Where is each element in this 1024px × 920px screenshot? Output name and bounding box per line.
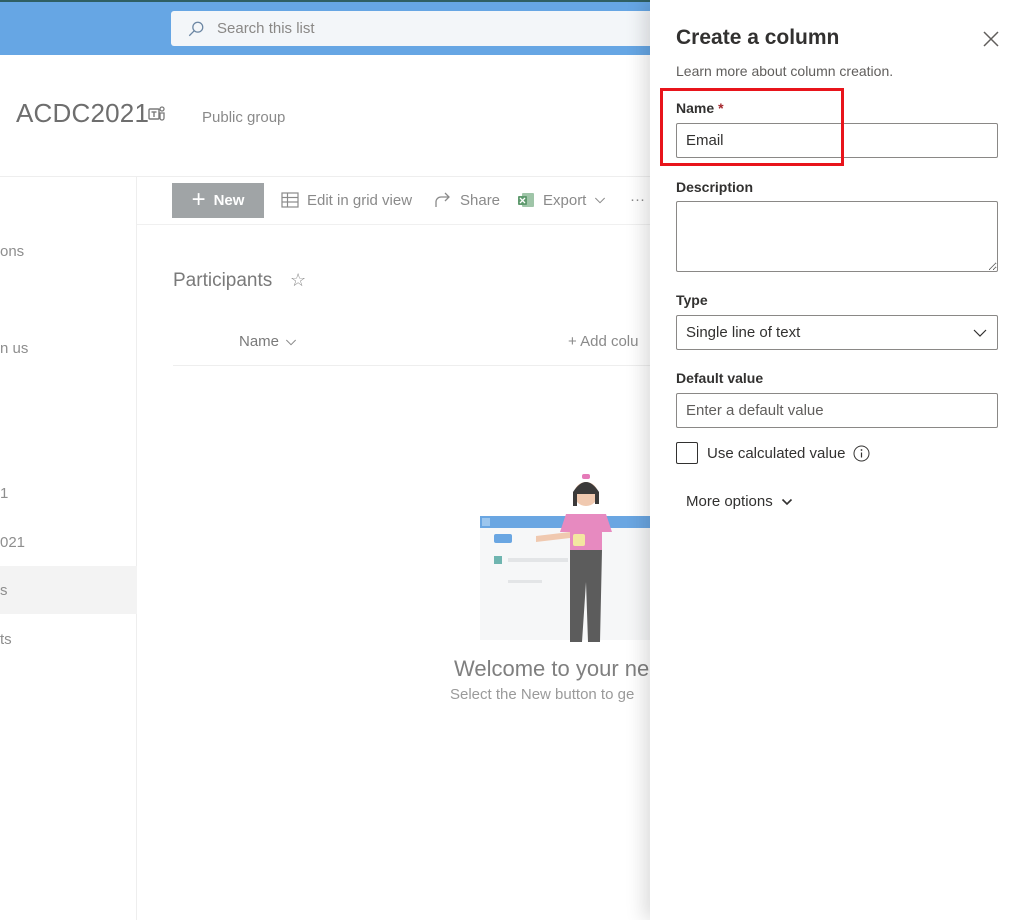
export-button[interactable]: Export (517, 191, 606, 209)
command-bar: + New Edit in grid view Share Export ··· (137, 177, 650, 225)
nav-item-6[interactable]: ts (0, 615, 137, 663)
name-input[interactable] (676, 123, 998, 158)
nav-item-2[interactable]: n us (0, 324, 137, 372)
name-label: Name * (676, 100, 724, 116)
nav-item-3[interactable]: 1 (0, 469, 137, 517)
close-button[interactable] (980, 28, 1002, 50)
nav-item-5-active[interactable]: s (0, 566, 137, 614)
info-icon[interactable] (853, 445, 870, 462)
search-box[interactable]: Search this list (171, 11, 650, 46)
chevron-down-icon (973, 329, 987, 337)
panel-title: Create a column (676, 26, 840, 49)
calculated-value-checkbox[interactable] (676, 442, 698, 464)
close-icon (983, 31, 999, 47)
site-title[interactable]: ACDC2021 (16, 98, 149, 129)
share-button[interactable]: Share (434, 191, 500, 209)
empty-state-title: Welcome to your ne (454, 656, 650, 681)
required-asterisk: * (718, 100, 724, 116)
add-column-button[interactable]: + Add colu (568, 333, 638, 350)
nav-item-1[interactable]: ons (0, 227, 137, 275)
teams-icon[interactable] (148, 105, 166, 123)
calculated-value-label: Use calculated value (707, 444, 846, 462)
column-header-divider (173, 365, 650, 366)
default-value-label: Default value (676, 370, 764, 386)
default-value-input[interactable] (676, 393, 998, 428)
share-icon (435, 192, 450, 207)
star-icon[interactable]: ☆ (290, 270, 306, 291)
nav-item-4[interactable]: 021 (0, 518, 137, 566)
type-label: Type (676, 292, 708, 308)
chevron-down-icon (285, 339, 297, 345)
type-dropdown[interactable]: Single line of text (676, 315, 998, 350)
top-accent-line (0, 0, 650, 2)
list-title: Participants (173, 270, 273, 291)
calculated-value-row: Use calculated value (676, 442, 870, 464)
learn-more-link[interactable]: Learn more about column creation. (676, 63, 893, 79)
search-placeholder: Search this list (217, 20, 315, 37)
search-icon (188, 21, 204, 36)
background-page: Search this list ACDC2021 Public group o… (0, 0, 650, 920)
more-options-button[interactable]: More options (686, 493, 793, 510)
new-button[interactable]: + New (172, 183, 264, 218)
more-commands-button[interactable]: ··· (630, 191, 645, 208)
grid-icon (281, 192, 299, 208)
type-selected-value: Single line of text (686, 324, 801, 341)
description-textarea[interactable] (676, 201, 998, 272)
plus-icon: + (191, 185, 206, 213)
empty-list-illustration (480, 474, 650, 642)
empty-state-subtitle: Select the New button to ge (450, 686, 635, 703)
excel-icon (518, 193, 534, 207)
description-label: Description (676, 179, 754, 195)
column-header-name[interactable]: Name (239, 333, 297, 350)
chevron-down-icon (595, 197, 606, 204)
chevron-down-icon (781, 498, 792, 505)
group-type-label: Public group (202, 109, 286, 126)
create-column-panel: Create a column Learn more about column … (650, 0, 1024, 920)
edit-grid-button[interactable]: Edit in grid view (281, 191, 412, 209)
